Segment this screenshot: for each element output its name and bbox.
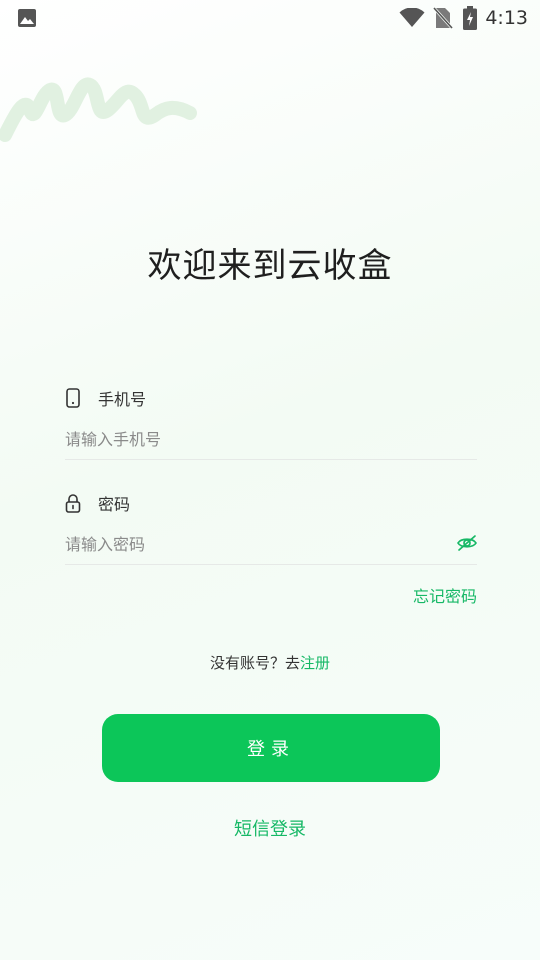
status-icons: 4:13 [399, 5, 528, 31]
login-button[interactable]: 登录 [102, 714, 440, 782]
status-time: 4:13 [485, 7, 528, 29]
wifi-icon [399, 8, 425, 27]
no-sim-icon [433, 7, 454, 29]
register-link[interactable]: 注册 [300, 654, 330, 672]
password-input[interactable] [65, 525, 477, 565]
phone-icon [64, 387, 82, 409]
register-prompt: 没有账号？去注册 [0, 652, 540, 673]
lock-icon [64, 492, 82, 514]
sms-login-link[interactable]: 短信登录 [0, 815, 540, 841]
eye-off-icon[interactable] [456, 533, 478, 553]
decorative-brush-stroke [0, 77, 197, 142]
password-label-text: 密码 [98, 495, 131, 514]
phone-input[interactable] [65, 420, 477, 460]
password-field-label: 密码 [64, 491, 130, 515]
register-prompt-text: 没有账号？去 [209, 654, 300, 672]
phone-label-text: 手机号 [98, 390, 147, 409]
battery-charging-icon [463, 6, 478, 30]
page-title: 欢迎来到云收盒 [147, 246, 393, 286]
status-bar: 4:13 [0, 0, 540, 36]
forgot-password-link[interactable]: 忘记密码 [413, 583, 477, 607]
phone-field-label: 手机号 [64, 386, 146, 410]
gallery-icon [18, 9, 36, 27]
